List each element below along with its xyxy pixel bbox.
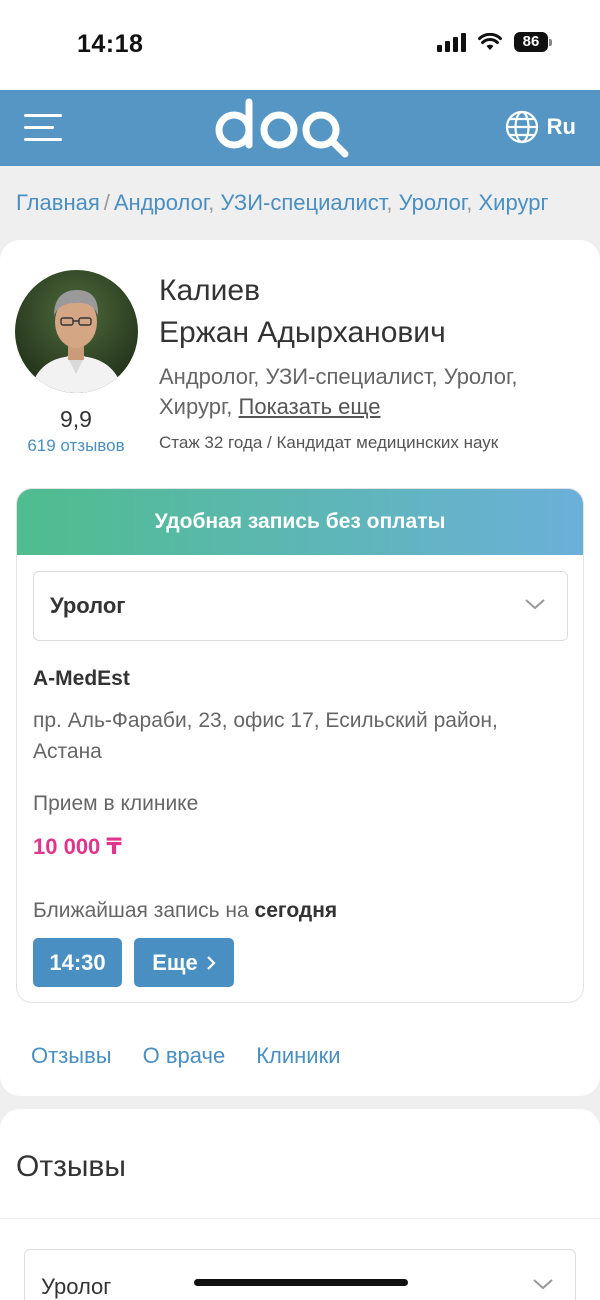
visit-type: Прием в клинике (33, 792, 199, 815)
nearest-prefix: Ближайшая запись на (33, 899, 249, 922)
booking-panel: Удобная запись без оплаты Уролог A-MedEs… (16, 488, 584, 1003)
chevron-down-icon (525, 599, 545, 610)
doctor-tabs: Отзывы О враче Клиники (31, 1043, 341, 1069)
divider (0, 1218, 600, 1219)
more-slots-label: Еще (152, 949, 198, 975)
doctor-avatar (15, 270, 138, 393)
breadcrumb-item-surgeon[interactable]: Хирург (479, 190, 549, 215)
breadcrumb: Главная / Андролог, УЗИ-специалист, Уролог… (16, 190, 549, 215)
wifi-icon (478, 33, 502, 50)
doq-logo[interactable] (212, 94, 352, 160)
app-header: Ru (0, 90, 600, 166)
cellular-signal-icon (437, 32, 466, 52)
show-more-link[interactable]: Показать еще (239, 394, 381, 419)
breadcrumb-item-andrologist[interactable]: Андролог (114, 190, 208, 215)
tab-reviews[interactable]: Отзывы (31, 1043, 112, 1069)
battery-icon: 86 (514, 32, 552, 52)
hamburger-menu-icon[interactable] (24, 114, 62, 142)
status-bar: 14:18 86 (0, 0, 600, 90)
breadcrumb-separator: / (103, 190, 110, 215)
nearest-appointment: Ближайшая запись на сегодня (33, 899, 337, 923)
status-time: 14:18 (77, 30, 144, 58)
home-indicator[interactable] (194, 1279, 408, 1286)
breadcrumb-item-urologist[interactable]: Уролог (399, 190, 467, 215)
doctor-first-names: Ержан Адырханович (159, 316, 446, 349)
time-slot-button[interactable]: 14:30 (33, 938, 122, 987)
chevron-down-icon (533, 1279, 553, 1290)
more-slots-button[interactable]: Еще (134, 938, 234, 987)
chevron-right-icon (206, 955, 216, 970)
section-title: Отзывы (16, 1150, 126, 1183)
reviews-filter-select[interactable]: Уролог (24, 1249, 576, 1300)
reviews-section: Отзывы Уролог (0, 1109, 600, 1300)
doctor-name: Калиев Ержан Адырханович (159, 270, 446, 354)
reviews-filter-value: Уролог (41, 1274, 112, 1299)
time-slot-label: 14:30 (49, 949, 106, 975)
visit-price: 10 000 ₸ (33, 834, 122, 859)
doctor-last-name: Калиев (159, 274, 261, 307)
breadcrumb-item-ultrasound[interactable]: УЗИ-специалист (220, 190, 386, 215)
clinic-address: пр. Аль-Фараби, 23, офис 17, Есильский р… (33, 709, 498, 763)
battery-level: 86 (514, 32, 548, 52)
nearest-day: сегодня (254, 899, 338, 922)
language-label: Ru (546, 114, 576, 139)
clinic-name[interactable]: A-MedEst (33, 667, 130, 691)
specialty-select[interactable]: Уролог (33, 571, 568, 641)
tab-about-doctor[interactable]: О враче (143, 1043, 226, 1069)
globe-icon (505, 110, 538, 144)
breadcrumb-home[interactable]: Главная (16, 190, 100, 215)
doctor-specialties: Андролог, УЗИ-специалист, Уролог, Хирург… (159, 362, 589, 422)
specialty-select-value: Уролог (50, 593, 126, 618)
status-icons: 86 (437, 32, 552, 52)
doctor-card: 9,9 619 отзывов Калиев Ержан Адырханович… (0, 240, 600, 1096)
doctor-rating: 9,9 (60, 406, 92, 432)
language-switcher[interactable]: Ru (505, 110, 576, 144)
tab-clinics[interactable]: Клиники (256, 1043, 340, 1069)
booking-banner: Удобная запись без оплаты (17, 489, 583, 555)
reviews-count-link[interactable]: 619 отзывов (16, 436, 136, 456)
doctor-experience: Стаж 32 года / Кандидат медицинских наук (159, 433, 499, 452)
